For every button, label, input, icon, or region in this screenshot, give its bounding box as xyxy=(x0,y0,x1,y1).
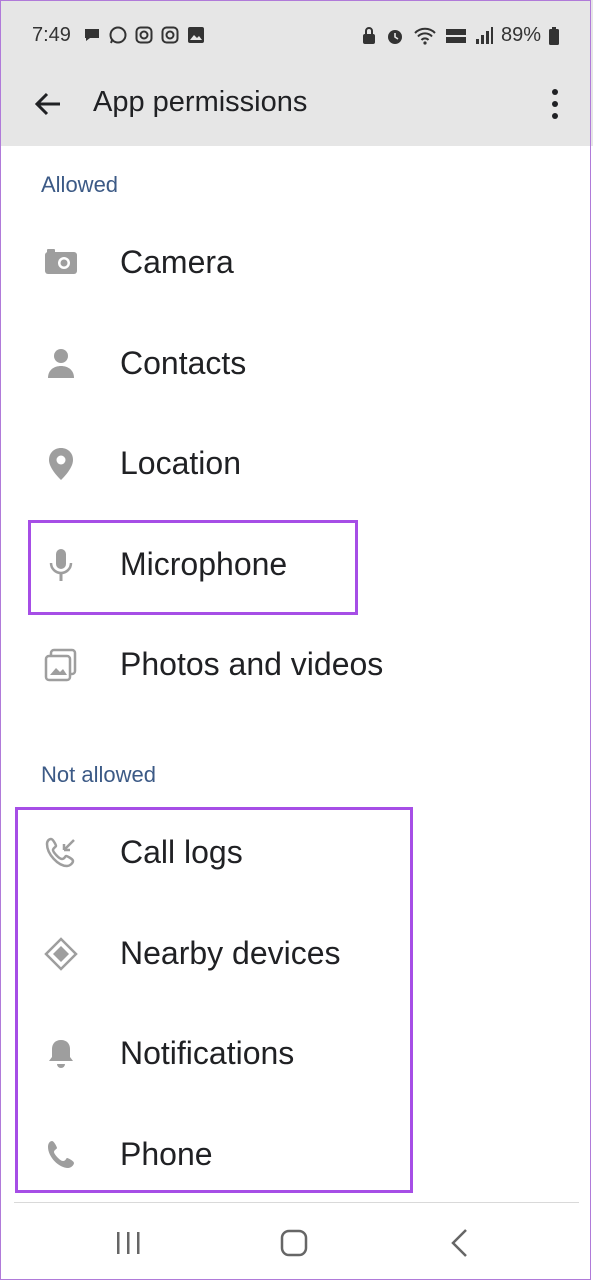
section-header-allowed: Allowed xyxy=(41,172,119,197)
status-time: 7:49 xyxy=(32,24,71,46)
section-header-not-allowed: Not allowed xyxy=(41,762,156,787)
permission-item-contacts[interactable]: Contacts xyxy=(0,317,593,417)
more-options-icon[interactable] xyxy=(543,84,567,124)
nav-back-icon[interactable] xyxy=(440,1226,480,1260)
person-icon xyxy=(48,349,74,378)
gallery-icon xyxy=(188,27,204,43)
permission-label: Phone xyxy=(120,1136,213,1172)
nav-divider xyxy=(14,1202,579,1203)
bell-icon xyxy=(49,1040,73,1068)
battery-icon xyxy=(549,26,559,45)
location-pin-icon xyxy=(49,448,73,480)
permission-item-phone[interactable]: Phone xyxy=(0,1108,593,1208)
home-icon[interactable] xyxy=(274,1226,314,1260)
permission-label: Microphone xyxy=(120,546,288,582)
permission-label: Call logs xyxy=(120,834,243,870)
instagram-icon xyxy=(135,26,153,44)
phone-icon xyxy=(48,1141,74,1168)
camera-icon xyxy=(45,249,77,274)
volte-icon xyxy=(445,28,466,43)
permission-item-microphone[interactable]: Microphone xyxy=(0,518,593,618)
app-bar: App permissions xyxy=(0,72,593,146)
alarm-icon xyxy=(387,29,402,44)
back-arrow-icon[interactable] xyxy=(30,86,66,122)
call-log-icon xyxy=(45,837,75,868)
status-bar: 7:49 89% xyxy=(0,0,593,72)
permission-item-call-logs[interactable]: Call logs xyxy=(0,806,593,906)
whatsapp-icon xyxy=(109,26,127,44)
permission-label: Photos and videos xyxy=(120,646,384,682)
battery-percentage: 89% xyxy=(500,24,541,46)
permission-item-nearby-devices[interactable]: Nearby devices xyxy=(0,907,593,1007)
microphone-icon xyxy=(49,549,73,581)
lock-sync-icon xyxy=(362,26,375,44)
page-title: App permissions xyxy=(93,86,308,118)
permission-label: Contacts xyxy=(120,345,247,381)
notification-icons xyxy=(82,25,206,45)
nearby-devices-icon xyxy=(44,937,78,971)
signal-icon xyxy=(475,26,493,44)
permission-label: Nearby devices xyxy=(120,935,341,971)
recent-apps-icon[interactable] xyxy=(108,1226,148,1260)
wifi-icon xyxy=(414,27,436,45)
photos-icon xyxy=(44,648,77,682)
permission-item-notifications[interactable]: Notifications xyxy=(0,1007,593,1107)
permission-label: Camera xyxy=(120,244,234,280)
permission-item-location[interactable]: Location xyxy=(0,417,593,517)
permission-label: Notifications xyxy=(120,1035,295,1071)
instagram-icon xyxy=(161,26,179,44)
permission-item-camera[interactable]: Camera xyxy=(0,216,593,316)
system-status-icons: 89% xyxy=(361,24,559,47)
permission-item-photos-and-videos[interactable]: Photos and videos xyxy=(0,618,593,718)
permission-label: Location xyxy=(120,445,241,481)
chat-icon xyxy=(85,29,99,41)
navigation-bar xyxy=(0,1204,593,1280)
